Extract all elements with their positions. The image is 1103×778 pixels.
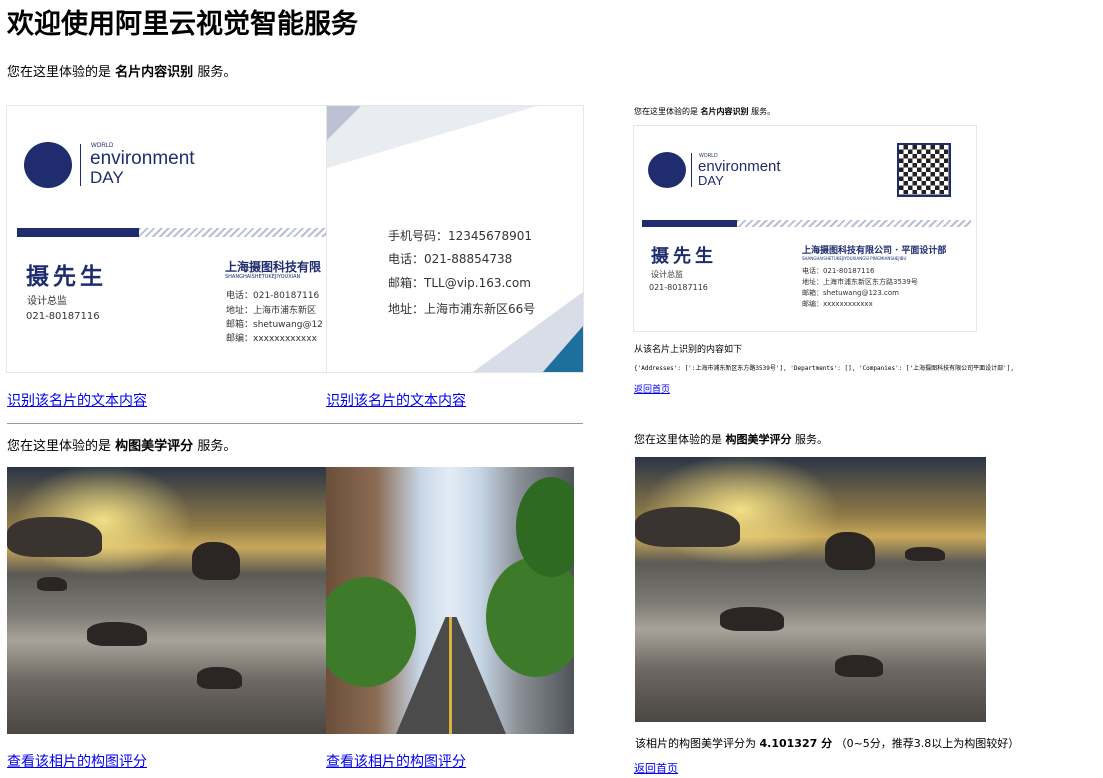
card2-phone: 电话：021-88854738: [388, 252, 513, 266]
seascape-photo-result: [635, 457, 986, 722]
card-line: 邮箱：shetuwang@123.com: [802, 289, 900, 297]
card-name: 摄先生: [651, 246, 717, 267]
recognize-card-link-1[interactable]: 识别该名片的文本内容: [7, 390, 147, 410]
score-value: 4.101327 分: [759, 737, 833, 750]
view-photo-score-link-2[interactable]: 查看该相片的构图评分: [326, 751, 466, 771]
result-text: {'Addresses': [':上海市浦东新区东方路3539号'], 'Dep…: [634, 365, 1014, 372]
back-home-link-1[interactable]: 返回首页: [634, 382, 670, 395]
intro-text-photo: 您在这里体验的是 构图美学评分 服务。: [7, 439, 237, 454]
card-phone: 021-80187116: [26, 311, 100, 322]
card-company: 上海摄图科技有限: [225, 260, 322, 274]
view-photo-score-link-1[interactable]: 查看该相片的构图评分: [7, 751, 147, 771]
card-line: 电话：021-80187116: [226, 291, 320, 301]
card-line: 邮编：xxxxxxxxxxxx: [802, 300, 873, 308]
card-line: 电话：021-80187116: [802, 267, 875, 275]
card2-email: 邮箱：TLL@vip.163.com: [388, 276, 531, 290]
card-title: 设计总监: [27, 296, 67, 307]
card-name: 摄先生: [26, 263, 107, 290]
recognize-card-link-2[interactable]: 识别该名片的文本内容: [326, 390, 466, 410]
card-line: 邮编：xxxxxxxxxxxx: [226, 334, 317, 344]
right-business-card: WORLD environment DAY 摄先生 设计总监 021-80187…: [634, 126, 976, 331]
logo-environment: environment: [90, 148, 195, 169]
card-company-sub: SHANGHAISHETUKEJIYOUXIAN: [225, 274, 301, 280]
business-card-1: WORLD environment DAY 摄先生 设计总监 021-80187…: [7, 106, 326, 372]
logo-environment: environment: [698, 158, 781, 175]
right-intro-text-photo: 您在这里体验的是 构图美学评分 服务。: [634, 433, 828, 446]
score-text: 该相片的构图美学评分为 4.101327 分 （0~5分，推荐3.8以上为构图较…: [635, 737, 1020, 750]
divider: [7, 423, 583, 424]
city-street-photo: [326, 467, 574, 734]
logo-day: DAY: [698, 173, 724, 188]
right-intro-text-card: 您在这里体验的是 名片内容识别 服务。: [634, 107, 776, 116]
flower-logo-icon: [24, 142, 72, 188]
qr-code-icon: [897, 143, 951, 197]
seascape-photo-1: [7, 467, 326, 734]
card-company-sub: SHANGHAISHETUKEJIYOUXIANGSI PINGMIANSHEJ…: [802, 256, 907, 261]
card-phone: 021-80187116: [649, 283, 708, 292]
logo-day: DAY: [90, 168, 124, 187]
card-company: 上海摄图科技有限公司 · 平面设计部: [802, 246, 947, 256]
card-title: 设计总监: [651, 270, 683, 279]
page-title: 欢迎使用阿里云视觉智能服务: [7, 9, 358, 40]
card2-address: 地址：上海市浦东新区66号: [388, 302, 536, 316]
card2-mobile: 手机号码：12345678901: [388, 229, 532, 243]
card-line: 地址：上海市浦东新区东方路3539号: [802, 278, 918, 286]
flower-logo-icon: [648, 152, 686, 188]
card-line: 邮箱：shetuwang@12: [226, 320, 323, 330]
result-heading: 从该名片上识别的内容如下: [634, 345, 743, 355]
back-home-link-2[interactable]: 返回首页: [634, 760, 678, 776]
intro-text-card: 您在这里体验的是 名片内容识别 服务。: [7, 65, 237, 80]
business-card-2: 手机号码：12345678901 电话：021-88854738 邮箱：TLL@…: [327, 106, 583, 372]
card-line: 地址：上海市浦东新区: [226, 306, 317, 316]
